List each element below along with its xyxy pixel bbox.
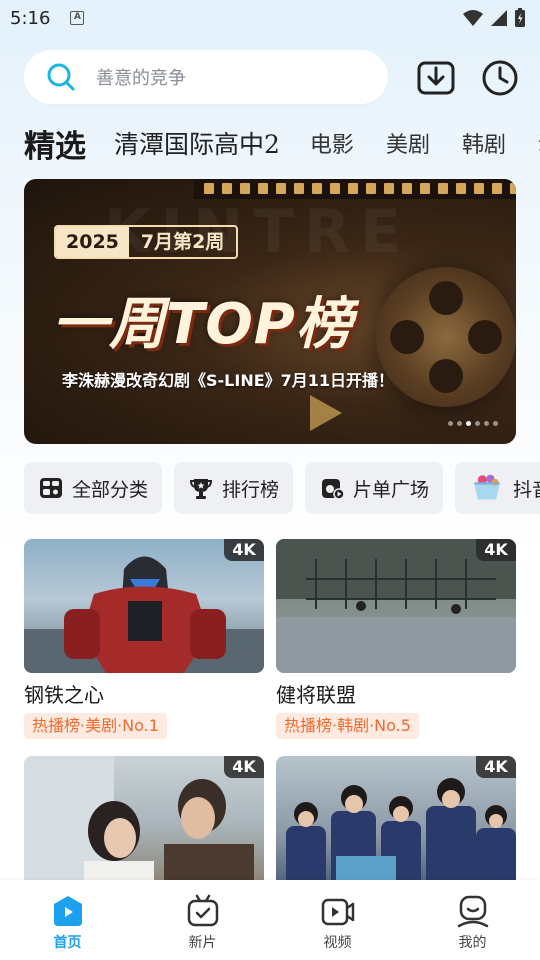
carousel-dot[interactable] — [448, 421, 453, 426]
rank-tag: 热播榜·韩剧·No.5 — [276, 713, 419, 739]
tab-k-drama[interactable]: 韩剧 — [462, 127, 506, 159]
rank-tag: 热播榜·美剧·No.1 — [24, 713, 167, 739]
carousel-dot[interactable] — [457, 421, 462, 426]
carousel-dot[interactable] — [484, 421, 489, 426]
filmstrip-decoration — [194, 179, 516, 199]
video-thumbnail: 4K — [24, 756, 264, 890]
video-thumbnail: 4K — [24, 539, 264, 673]
download-icon[interactable] — [416, 58, 456, 98]
promo-banner[interactable]: KINTRE 2025 7月第2周 一周TOP榜 李洙赫漫改奇幻剧《S-LINE… — [24, 179, 516, 444]
nav-new[interactable]: 新片 — [135, 880, 270, 960]
search-row: 善意的竞争 — [24, 50, 524, 104]
film-reel-icon — [376, 267, 516, 407]
tab-cheongdam[interactable]: 清潭国际高中2 — [114, 125, 280, 161]
banner-year: 2025 — [56, 227, 129, 257]
nav-new-label: 新片 — [188, 935, 217, 951]
playlist-icon — [322, 479, 345, 500]
bottom-navigation: 首页 新片 视频 我的 — [0, 880, 540, 960]
rankings-button[interactable]: 排行榜 — [174, 462, 294, 514]
video-card[interactable]: 4K — [24, 756, 264, 890]
4k-badge: 4K — [224, 539, 264, 561]
4k-badge: 4K — [224, 756, 264, 778]
signal-icon — [491, 10, 507, 26]
video-card[interactable]: 4K — [276, 756, 516, 890]
search-placeholder: 善意的竞争 — [96, 68, 186, 89]
video-title: 健将联盟 — [276, 683, 356, 707]
nav-home-label: 首页 — [53, 935, 82, 951]
video-card[interactable]: 4K 钢铁之心 热播榜·美剧·No.1 — [24, 539, 264, 739]
4k-badge: 4K — [476, 756, 516, 778]
banner-week: 7月第2周 — [140, 231, 225, 253]
tab-us-drama[interactable]: 美剧 — [386, 127, 430, 159]
tab-movies[interactable]: 电影 — [310, 127, 354, 159]
battery-icon — [515, 8, 525, 27]
douyin-button[interactable]: 抖音 — [455, 462, 540, 514]
home-play-icon — [53, 896, 82, 926]
grid-category-icon — [40, 478, 62, 498]
rankings-label: 排行榜 — [222, 478, 280, 501]
quick-categories: 全部分类 排行榜 片单广场 抖音 — [24, 462, 540, 514]
playlist-plaza-button[interactable]: 片单广场 — [305, 462, 444, 514]
new-release-tv-icon — [187, 894, 218, 927]
category-tabs: 精选 清潭国际高中2 电影 美剧 韩剧 动 — [24, 118, 540, 168]
banner-subline: 李洙赫漫改奇幻剧《S-LINE》7月11日开播！ — [62, 371, 395, 390]
tab-featured[interactable]: 精选 — [24, 121, 86, 166]
carousel-dot[interactable] — [493, 421, 498, 426]
status-time: 5:16 — [10, 7, 51, 29]
all-categories-button[interactable]: 全部分类 — [24, 462, 163, 514]
search-icon — [47, 63, 75, 91]
video-thumbnail: 4K — [276, 539, 516, 673]
nav-video[interactable]: 视频 — [270, 880, 405, 960]
play-triangle-icon — [310, 395, 342, 431]
banner-headline: 一周TOP榜 — [52, 292, 353, 357]
video-card[interactable]: 4K 健将联盟 热播榜·韩剧·No.5 — [276, 539, 516, 739]
trophy-icon — [190, 479, 213, 499]
history-clock-icon[interactable] — [480, 58, 520, 98]
4k-badge: 4K — [476, 539, 516, 561]
douyin-label: 抖音 — [513, 478, 540, 501]
carousel-dots — [448, 421, 498, 426]
video-thumbnail: 4K — [276, 756, 516, 890]
wifi-icon — [463, 10, 483, 26]
nav-home[interactable]: 首页 — [0, 880, 135, 960]
nav-video-label: 视频 — [323, 935, 352, 951]
shopping-basket-icon — [474, 474, 500, 500]
video-camera-icon — [321, 898, 354, 926]
all-categories-label: 全部分类 — [72, 478, 149, 501]
playlist-plaza-label: 片单广场 — [353, 478, 430, 501]
carousel-dot[interactable] — [475, 421, 480, 426]
banner-date-badge: 2025 7月第2周 — [54, 225, 239, 259]
nav-profile[interactable]: 我的 — [405, 880, 540, 960]
status-bar: 5:16 A — [0, 0, 540, 36]
carousel-dot[interactable] — [466, 421, 471, 426]
notification-a-icon: A — [70, 11, 85, 25]
search-input[interactable]: 善意的竞争 — [24, 50, 388, 104]
nav-profile-label: 我的 — [458, 935, 487, 951]
video-title: 钢铁之心 — [24, 683, 104, 707]
profile-icon — [457, 895, 488, 928]
